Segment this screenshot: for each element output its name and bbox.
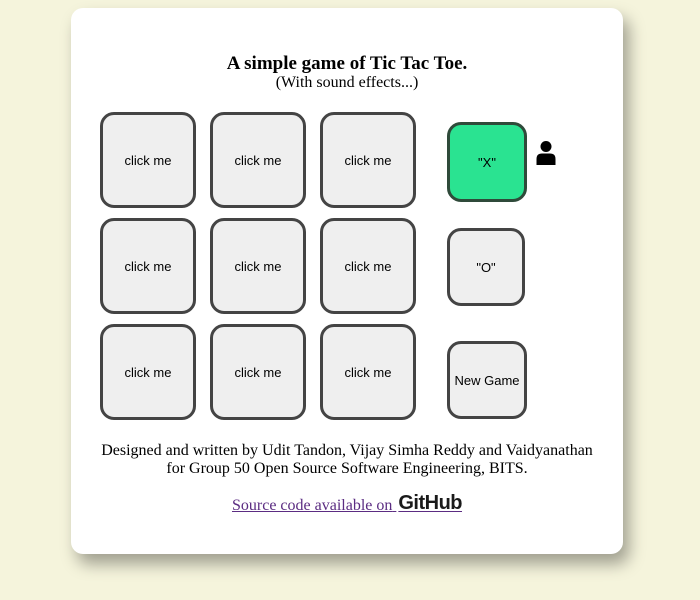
source-code-line: Source code available on GitHub — [71, 490, 623, 519]
board-cell-9[interactable]: click me — [320, 324, 416, 420]
credits-line-1: Designed and written by Udit Tandon, Vij… — [101, 442, 593, 459]
credits-line-2: for Group 50 Open Source Software Engine… — [166, 460, 528, 477]
page-title: A simple game of Tic Tac Toe. — [226, 53, 468, 74]
board-cell-5[interactable]: click me — [210, 218, 306, 314]
new-game-button[interactable]: New Game — [447, 341, 527, 419]
board-cell-1[interactable]: click me — [100, 112, 196, 208]
player-o-button[interactable]: "O" — [447, 228, 525, 306]
board-cell-6[interactable]: click me — [320, 218, 416, 314]
credits-text: Designed and written by Udit Tandon, Vij… — [71, 442, 623, 478]
source-code-link[interactable]: Source code available on GitHub — [231, 492, 463, 514]
page-subtitle: (With sound effects...) — [275, 74, 419, 91]
board-cell-3[interactable]: click me — [320, 112, 416, 208]
game-card: A simple game of Tic Tac Toe. (With soun… — [71, 8, 623, 554]
board-cell-7[interactable]: click me — [100, 324, 196, 420]
player-x-button[interactable]: "X" — [447, 122, 527, 202]
board-cell-4[interactable]: click me — [100, 218, 196, 314]
source-code-link-text: Source code available on — [231, 497, 393, 514]
github-logo: GitHub — [398, 492, 463, 514]
user-icon — [536, 141, 556, 165]
board-cell-2[interactable]: click me — [210, 112, 306, 208]
board-cell-8[interactable]: click me — [210, 324, 306, 420]
